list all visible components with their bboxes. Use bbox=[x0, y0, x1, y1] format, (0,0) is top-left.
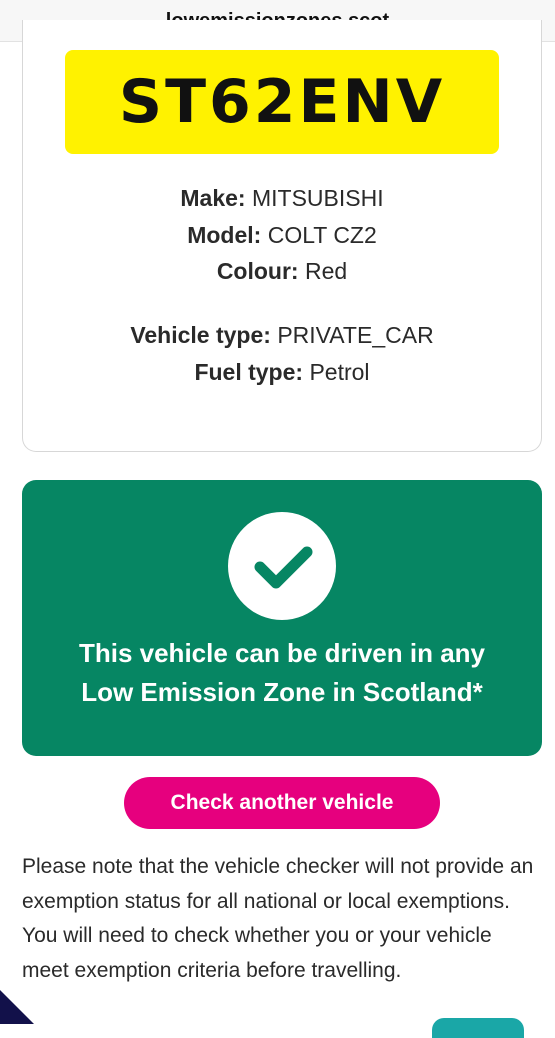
fuel-type-row: Fuel type: Petrol bbox=[22, 359, 542, 386]
make-value: MITSUBISHI bbox=[251, 185, 384, 211]
number-plate: ST62ENV bbox=[65, 50, 499, 154]
vehicle-type-label: Vehicle type: bbox=[130, 322, 271, 348]
vehicle-type-row: Vehicle type: PRIVATE_CAR bbox=[22, 322, 542, 349]
corner-decoration bbox=[0, 990, 34, 1024]
vehicle-type-value: PRIVATE_CAR bbox=[277, 322, 434, 348]
result-line-2: Low Emission Zone in Scotland* bbox=[81, 677, 483, 707]
fuel-type-value: Petrol bbox=[309, 359, 370, 385]
colour-value: Red bbox=[304, 258, 348, 284]
result-line-1: This vehicle can be driven in any bbox=[78, 638, 486, 668]
model-row: Model: COLT CZ2 bbox=[22, 222, 542, 249]
exemption-note: Please note that the vehicle checker wil… bbox=[22, 855, 534, 982]
model-label: Model: bbox=[187, 222, 262, 248]
fuel-type-label: Fuel type: bbox=[194, 359, 304, 385]
floating-action-button[interactable] bbox=[432, 1018, 524, 1038]
check-icon bbox=[228, 512, 336, 620]
model-value: COLT CZ2 bbox=[267, 222, 377, 248]
check-another-vehicle-button[interactable]: Check another vehicle bbox=[124, 777, 440, 829]
colour-label: Colour: bbox=[216, 258, 299, 284]
make-label: Make: bbox=[180, 185, 246, 211]
result-message: This vehicle can be driven in any Low Em… bbox=[22, 634, 542, 712]
colour-row: Colour: Red bbox=[22, 258, 542, 285]
make-row: Make: MITSUBISHI bbox=[22, 185, 542, 212]
